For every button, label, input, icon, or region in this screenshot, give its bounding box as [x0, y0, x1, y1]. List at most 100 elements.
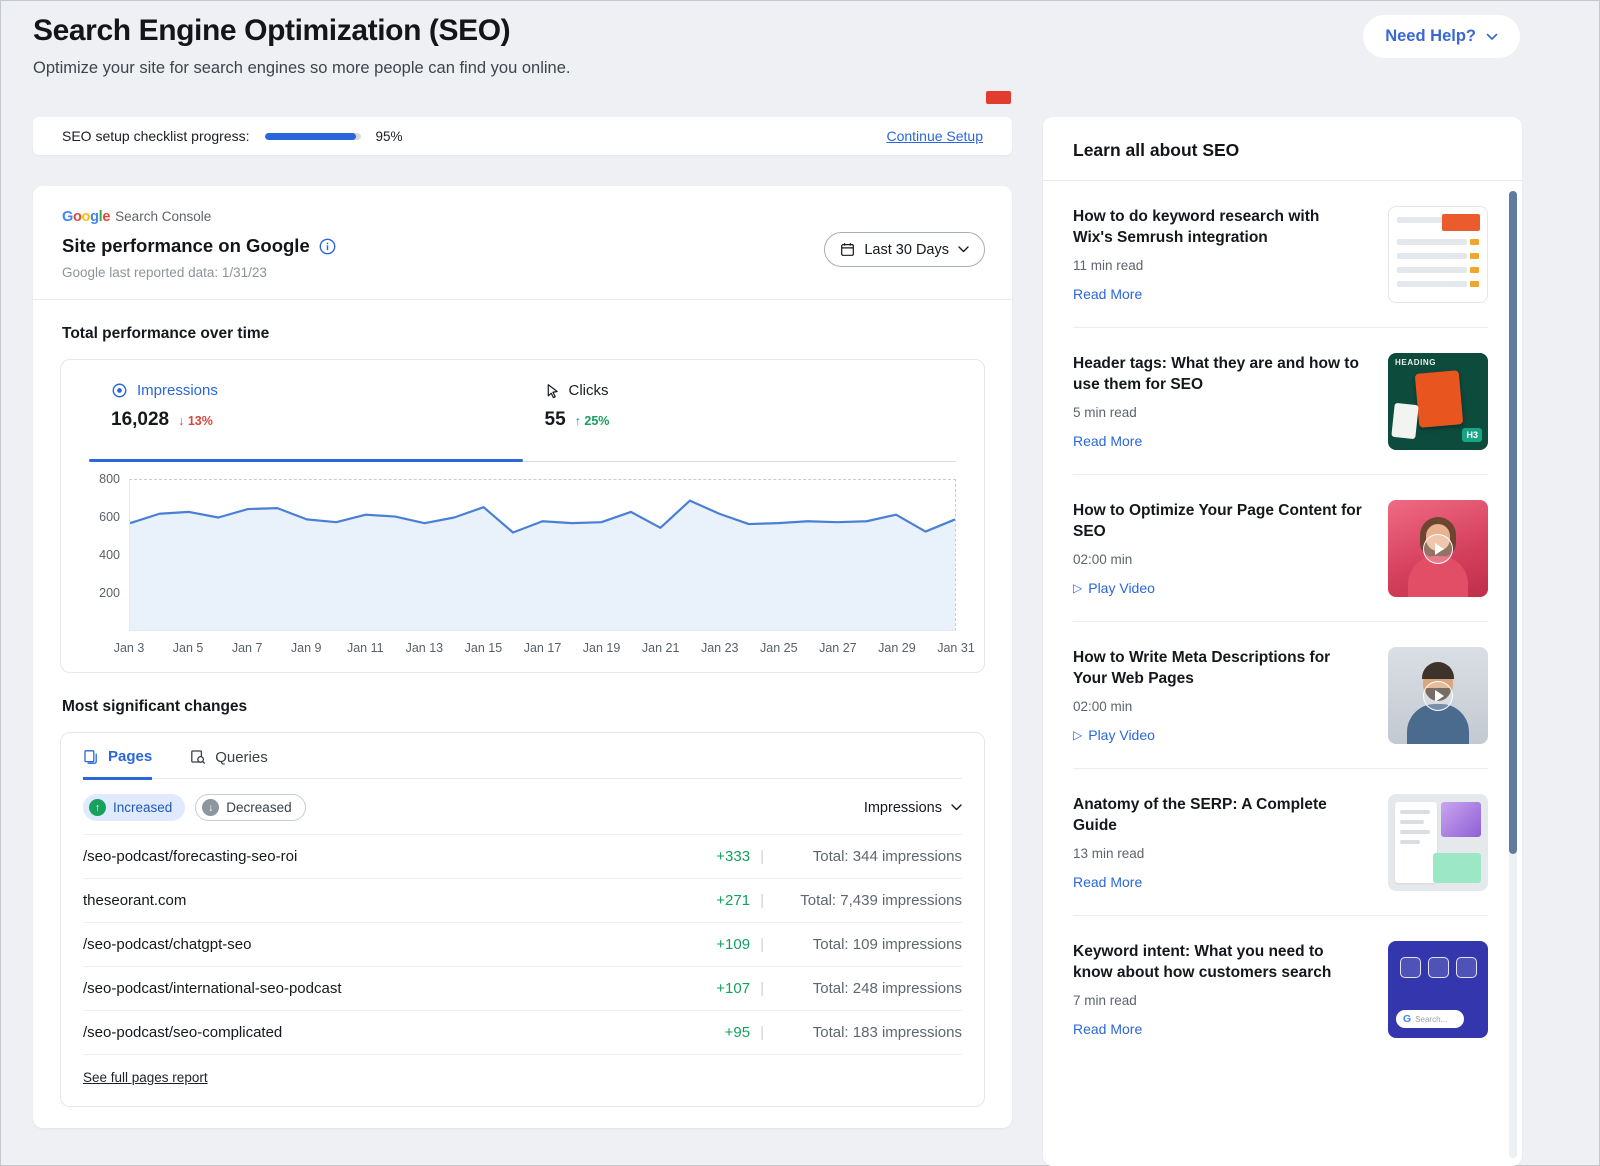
performance-chart: 200400600800 Jan 3Jan 5Jan 7Jan 9Jan 11J…: [89, 479, 956, 657]
down-arrow-icon: ↓: [178, 414, 184, 428]
page-title: Search Engine Optimization (SEO): [33, 14, 570, 48]
google-search-console-logo: Google Search Console: [62, 208, 983, 225]
table-row[interactable]: /seo-podcast/forecasting-seo-roi +333 | Tot…: [83, 834, 962, 878]
metric-tab-impressions[interactable]: Impressions 16,028 ↓ 13%: [89, 360, 523, 431]
article-card: Keyword intent: What you need to know ab…: [1073, 916, 1488, 1062]
impressions-line-chart: [130, 480, 955, 630]
article-card: How to do keyword research with Wix's Se…: [1073, 181, 1488, 328]
article-thumbnail[interactable]: HEADINGH3: [1388, 353, 1488, 450]
change-value: +333: [686, 848, 750, 865]
tab-pages[interactable]: Pages: [83, 748, 152, 780]
read-more-link[interactable]: Read More: [1073, 874, 1142, 890]
change-value: +107: [686, 980, 750, 997]
article-card: How to Optimize Your Page Content for SE…: [1073, 475, 1488, 622]
metric-tab-clicks[interactable]: Clicks 55 ↑ 25%: [523, 360, 957, 431]
article-meta: 13 min read: [1073, 846, 1362, 861]
see-full-pages-report-link[interactable]: See full pages report: [83, 1070, 208, 1085]
play-video-link[interactable]: ▷Play Video: [1073, 727, 1155, 743]
article-title: Header tags: What they are and how to us…: [1073, 353, 1362, 396]
tab-queries[interactable]: Queries: [190, 748, 268, 778]
progress-percent: 95%: [376, 129, 403, 144]
read-more-link[interactable]: Read More: [1073, 433, 1142, 449]
article-action-label: Read More: [1073, 874, 1142, 890]
total-impressions: Total: 344 impressions: [774, 848, 962, 865]
play-video-link[interactable]: ▷ Play Video: [1073, 580, 1155, 596]
page-path: /seo-podcast/seo-complicated: [83, 1024, 282, 1041]
total-impressions: Total: 7,439 impressions: [774, 892, 962, 909]
article-thumbnail[interactable]: [1388, 500, 1488, 597]
separator: |: [760, 936, 764, 953]
article-title: Keyword intent: What you need to know ab…: [1073, 941, 1362, 984]
separator: |: [760, 1024, 764, 1041]
play-button-overlay: [1423, 681, 1453, 711]
sort-by-dropdown[interactable]: Impressions: [864, 800, 962, 816]
info-icon[interactable]: [319, 238, 336, 255]
chevron-down-icon: [951, 804, 962, 811]
article-title: Anatomy of the SERP: A Complete Guide: [1073, 794, 1362, 837]
scrollbar-thumb[interactable]: [1509, 191, 1517, 854]
page-path: /seo-podcast/chatgpt-seo: [83, 936, 251, 953]
article-meta: 02:00 min: [1073, 552, 1362, 567]
setup-progress-card: SEO setup checklist progress: 95% Contin…: [33, 117, 1012, 155]
date-range-select[interactable]: Last 30 Days: [824, 232, 985, 267]
chip-label: Decreased: [226, 800, 291, 815]
article-thumbnail[interactable]: [1388, 206, 1488, 303]
progress-label: SEO setup checklist progress:: [62, 128, 250, 144]
read-more-link[interactable]: Read More: [1073, 286, 1142, 302]
need-help-button[interactable]: Need Help?: [1363, 15, 1520, 58]
table-row[interactable]: theseorant.com+271|Total: 7,439 impressi…: [83, 878, 962, 922]
y-axis: 200400600800: [89, 479, 129, 631]
red-marker: [986, 91, 1011, 104]
article-thumbnail[interactable]: [1388, 647, 1488, 744]
table-row[interactable]: /seo-podcast/international-seo-podcast+1…: [83, 966, 962, 1010]
metric-change: ↑ 25%: [575, 414, 610, 428]
sort-label: Impressions: [864, 800, 942, 816]
google-logo: Google: [62, 208, 110, 225]
article-thumbnail[interactable]: GSearch...: [1388, 941, 1488, 1038]
table-row[interactable]: /seo-podcast/seo-complicated +95 | Total: 1…: [83, 1010, 962, 1054]
x-axis: Jan 3Jan 5Jan 7Jan 9Jan 11Jan 13Jan 15Ja…: [129, 641, 956, 657]
learn-title: Learn all about SEO: [1043, 117, 1522, 180]
read-more-link[interactable]: Read More: [1073, 1021, 1142, 1037]
total-impressions: Total: 109 impressions: [774, 936, 962, 953]
metric-change: ↓ 13%: [178, 414, 213, 428]
table-row[interactable]: /seo-podcast/chatgpt-seo +109 | Total: 109 …: [83, 922, 962, 966]
progress-track: [265, 133, 361, 140]
site-performance-card: Google Search Console Site performance o…: [33, 186, 1012, 1128]
article-action-label: Play Video: [1088, 580, 1155, 596]
article-meta: 02:00 min: [1073, 699, 1362, 714]
filter-increased[interactable]: ↑ Increased: [83, 794, 185, 821]
page-path: /seo-podcast/forecasting-seo-roi: [83, 848, 297, 865]
article-action-label: Read More: [1073, 286, 1142, 302]
progress-fill: [265, 133, 356, 140]
article-meta: 5 min read: [1073, 405, 1362, 420]
scrollbar-track: [1509, 191, 1517, 1158]
change-value: +271: [686, 892, 750, 909]
article-action-label: Read More: [1073, 1021, 1142, 1037]
seo-dashboard: Search Engine Optimization (SEO) Optimiz…: [0, 0, 1600, 1166]
article-action-label: Read More: [1073, 433, 1142, 449]
article-thumbnail[interactable]: [1388, 794, 1488, 891]
continue-setup-link[interactable]: Continue Setup: [886, 128, 983, 144]
play-icon: ▷: [1073, 582, 1082, 594]
chevron-down-icon: [958, 246, 969, 253]
changes-rows: /seo-podcast/forecasting-seo-roi +333 | Tot…: [83, 834, 962, 1055]
article-card: How to Write Meta Descriptions for Your …: [1073, 622, 1488, 769]
article-title: How to Optimize Your Page Content for SE…: [1073, 500, 1362, 543]
learn-sidebar: Learn all about SEO How to do keyword re…: [1043, 117, 1522, 1166]
filter-decreased[interactable]: ↓ Decreased: [195, 794, 305, 821]
changes-tabs: Pages Queries: [83, 733, 962, 779]
metric-label: Impressions: [137, 382, 218, 399]
decrease-icon: ↓: [202, 799, 219, 816]
change-value: +109: [686, 936, 750, 953]
performance-section-title: Total performance over time: [33, 300, 1012, 343]
metric-underline: [89, 459, 956, 462]
article-meta: 11 min read: [1073, 258, 1362, 273]
metric-value: 55: [545, 409, 566, 431]
card-title: Site performance on Google: [62, 235, 310, 257]
play-icon: ▷: [1073, 729, 1082, 741]
search-console-label: Search Console: [115, 209, 211, 224]
total-impressions: Total: 183 impressions: [774, 1024, 962, 1041]
change-value: +95: [686, 1024, 750, 1041]
separator: |: [760, 848, 764, 865]
